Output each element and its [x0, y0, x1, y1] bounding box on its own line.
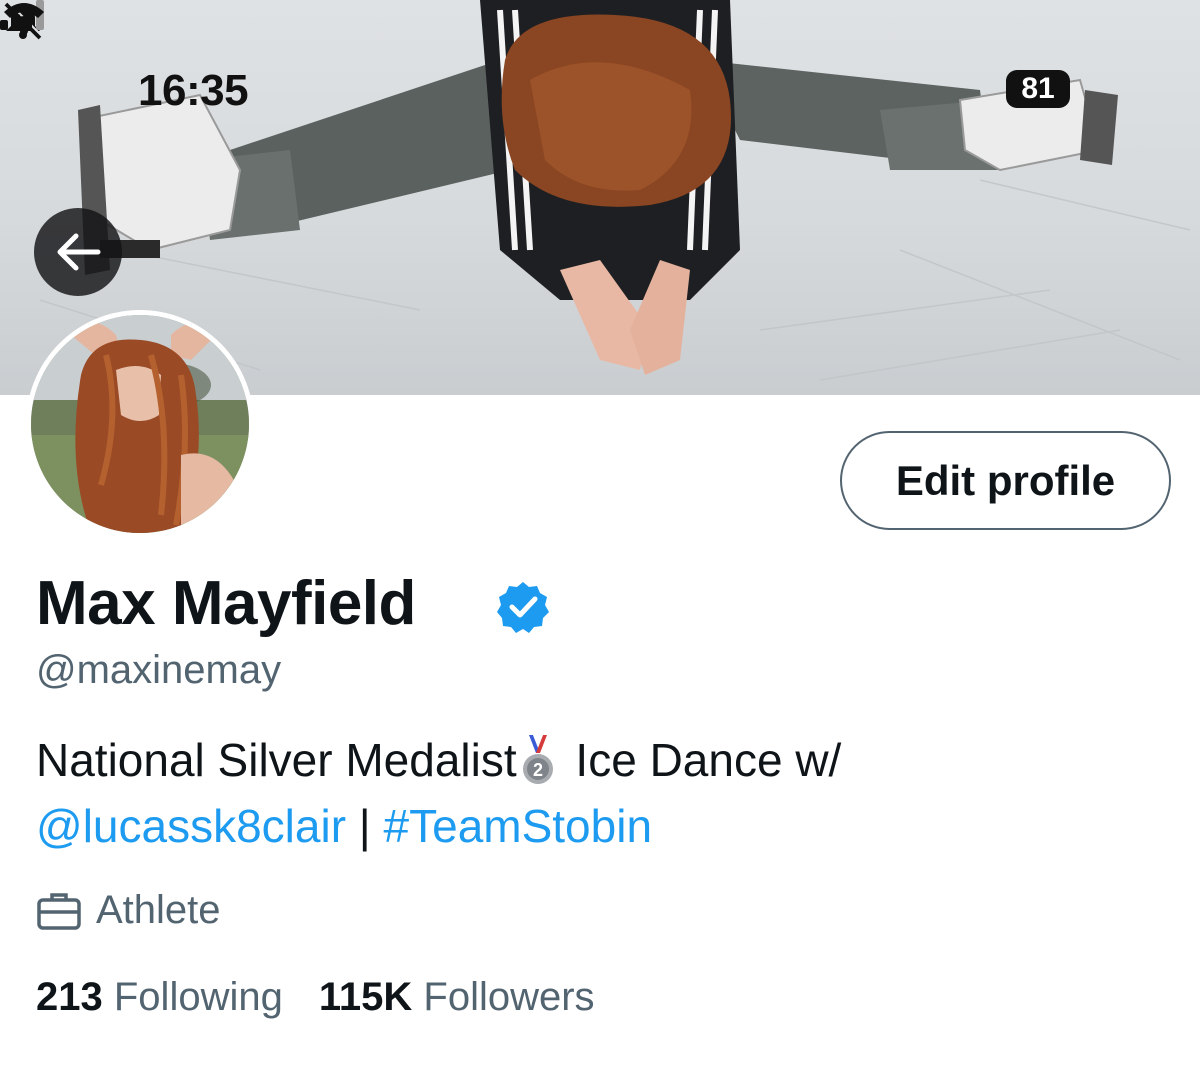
display-name: Max Mayfield — [36, 569, 416, 638]
following-link[interactable]: 213 Following — [36, 975, 283, 1020]
bio-text-continued: Ice Dance w/ — [562, 734, 842, 786]
followers-link[interactable]: 115K Followers — [319, 975, 595, 1020]
avatar-photo — [31, 315, 249, 533]
arrow-left-icon — [57, 233, 101, 271]
user-handle: @maxinemay — [36, 648, 282, 692]
battery-indicator: 81 — [1006, 70, 1070, 108]
bio-line-2: @lucassk8clair | #TeamStobin — [36, 799, 652, 853]
svg-text:2: 2 — [533, 760, 543, 780]
status-time: 16:35 — [138, 66, 249, 115]
silver-medal-icon: 2 — [522, 735, 553, 784]
followers-label: Followers — [423, 975, 595, 1019]
wifi-icon — [4, 3, 44, 35]
hashtag-link[interactable]: #TeamStobin — [384, 800, 653, 852]
profile-category: Athlete — [36, 888, 221, 933]
mention-link[interactable]: @lucassk8clair — [36, 800, 346, 852]
following-count: 213 — [36, 975, 103, 1019]
followers-count: 115K — [318, 975, 413, 1019]
avatar[interactable] — [26, 310, 254, 538]
edit-profile-button[interactable]: Edit profile — [840, 431, 1171, 530]
bio-line-1: National Silver Medalist 2 Ice Dance w/ — [36, 733, 841, 787]
back-button[interactable] — [34, 208, 122, 296]
category-label: Athlete — [96, 888, 221, 932]
verified-badge-icon[interactable] — [496, 580, 550, 634]
profile-screen: 16:35 81 Edit profile Max Mayfield @maxi… — [0, 0, 1200, 1085]
following-label: Following — [113, 975, 283, 1019]
follow-stats: 213 Following 115K Followers — [36, 975, 631, 1020]
briefcase-icon — [37, 892, 81, 930]
bio-separator: | — [346, 800, 384, 852]
bio-text: National Silver Medalist — [36, 734, 517, 786]
